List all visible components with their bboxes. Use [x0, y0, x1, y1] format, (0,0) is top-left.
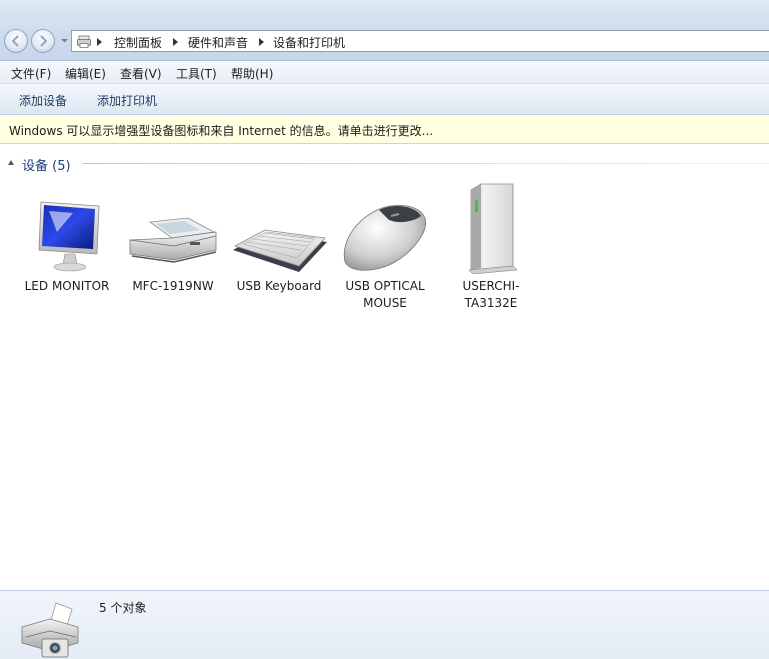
device-label: LED MONITOR — [24, 279, 110, 293]
devices-group-header[interactable]: 设备 (5) — [8, 155, 769, 174]
group-divider — [82, 163, 769, 164]
devices-printers-icon — [21, 602, 79, 658]
menu-bar: 文件(F) 编辑(E) 查看(V) 工具(T) 帮助(H) — [0, 61, 769, 84]
back-button[interactable] — [4, 29, 28, 53]
breadcrumb-control-panel[interactable]: 控制面板 — [114, 34, 162, 51]
add-printer-button[interactable]: 添加打印机 — [97, 92, 157, 109]
device-label: USERCHI-TA3132E — [462, 279, 520, 310]
breadcrumb-devices-printers[interactable]: 设备和打印机 — [273, 34, 345, 51]
menu-tools[interactable]: 工具(T) — [176, 65, 217, 82]
address-breadcrumb[interactable]: 控制面板 硬件和声音 设备和打印机 — [71, 30, 769, 52]
recent-pages-dropdown-icon[interactable] — [60, 36, 69, 45]
device-mfc-1919nw[interactable]: MFC-1919NW — [123, 180, 223, 295]
breadcrumb-separator-icon[interactable] — [173, 38, 178, 46]
devices-printers-location-icon — [77, 35, 91, 48]
item-count: 5 个对象 — [99, 601, 147, 615]
device-label: USB OPTICAL MOUSE — [345, 279, 425, 310]
details-pane: 5 个对象 — [0, 590, 769, 659]
breadcrumb-root-arrow-icon[interactable] — [97, 38, 102, 46]
back-arrow-icon — [11, 35, 19, 47]
address-bar-area: 控制面板 硬件和声音 设备和打印机 — [0, 0, 769, 61]
breadcrumb-hardware-sound[interactable]: 硬件和声音 — [188, 34, 248, 51]
menu-edit[interactable]: 编辑(E) — [65, 65, 106, 82]
keyboard-icon — [233, 229, 327, 272]
computer-tower-icon — [468, 183, 518, 274]
device-usb-keyboard[interactable]: USB Keyboard — [229, 180, 329, 295]
mouse-icon — [343, 204, 427, 271]
monitor-icon — [38, 201, 100, 272]
scanner-printer-icon — [129, 217, 217, 263]
info-bar-message[interactable]: Windows 可以显示增强型设备图标和来自 Internet 的信息。请单击进… — [9, 122, 433, 139]
devices-group-title: 设备 (5) — [22, 159, 71, 174]
device-label: USB Keyboard — [236, 279, 322, 293]
forward-button[interactable] — [31, 29, 55, 53]
device-led-monitor[interactable]: LED MONITOR — [17, 180, 117, 295]
device-usb-optical-mouse[interactable]: USB OPTICAL MOUSE — [335, 180, 435, 312]
menu-help[interactable]: 帮助(H) — [231, 65, 273, 82]
command-bar: 添加设备 添加打印机 — [0, 84, 769, 115]
collapse-arrow-icon[interactable] — [8, 160, 14, 165]
forward-arrow-icon — [40, 35, 48, 47]
menu-view[interactable]: 查看(V) — [120, 65, 162, 82]
breadcrumb-separator-icon[interactable] — [259, 38, 264, 46]
device-userchi-ta3132e[interactable]: USERCHI-TA3132E — [441, 180, 541, 312]
device-label: MFC-1919NW — [132, 279, 214, 293]
menu-file[interactable]: 文件(F) — [11, 65, 51, 82]
add-device-button[interactable]: 添加设备 — [19, 92, 67, 109]
info-bar[interactable]: Windows 可以显示增强型设备图标和来自 Internet 的信息。请单击进… — [0, 115, 769, 144]
